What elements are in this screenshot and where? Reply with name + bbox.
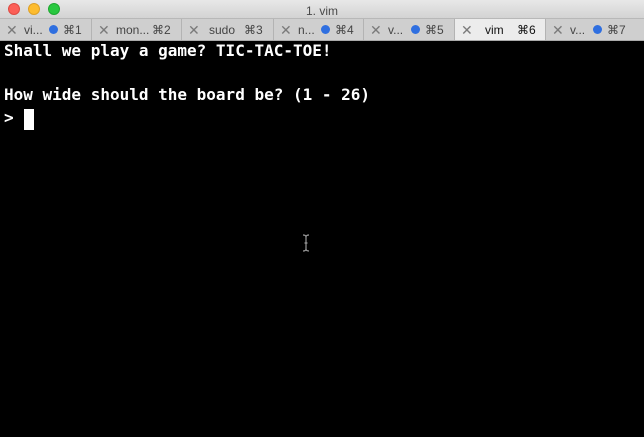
close-tab-icon[interactable]: ✕ (552, 21, 564, 39)
tab-label: mon... (116, 23, 150, 37)
tab-label: n... (298, 23, 315, 37)
window-title: 1. vim (305, 4, 338, 18)
tab-label: v... (570, 23, 586, 37)
tab-7[interactable]: ✕ v... ⌘7 (546, 19, 644, 40)
tab-label: sudo (209, 23, 236, 37)
minimize-window-button[interactable] (28, 3, 40, 15)
close-tab-icon[interactable]: ✕ (370, 21, 382, 39)
tab-shortcut: ⌘1 (63, 23, 82, 37)
tab-2[interactable]: ✕ mon... ⌘2 (92, 19, 182, 40)
tab-label: v... (388, 23, 404, 37)
tab-4[interactable]: ✕ n... ⌘4 (274, 19, 364, 40)
tab-1[interactable]: ✕ vi... ⌘1 (0, 19, 92, 40)
input-prompt: > (4, 108, 14, 127)
terminal-content[interactable]: Shall we play a game? TIC-TAC-TOE! How w… (0, 41, 644, 437)
close-tab-icon[interactable]: ✕ (280, 21, 292, 39)
activity-dot-icon (593, 25, 602, 34)
board-size-question-line: How wide should the board be? (1 - 26) (4, 85, 371, 104)
tab-shortcut: ⌘4 (335, 23, 354, 37)
game-greeting-line: Shall we play a game? TIC-TAC-TOE! (4, 41, 332, 60)
tab-shortcut: ⌘7 (607, 23, 626, 37)
close-tab-icon[interactable]: ✕ (98, 21, 110, 39)
ibeam-cursor-icon (302, 234, 310, 252)
close-tab-icon[interactable]: ✕ (188, 21, 200, 39)
activity-dot-icon (321, 25, 330, 34)
close-tab-icon[interactable]: ✕ (6, 21, 18, 39)
tab-shortcut: ⌘3 (244, 23, 263, 37)
close-window-button[interactable] (8, 3, 20, 15)
terminal-window: 1. vim ✕ vi... ⌘1 ✕ mon... ⌘2 ✕ sudo ⌘3 … (0, 0, 644, 437)
tab-shortcut: ⌘2 (152, 23, 171, 37)
tab-bar: ✕ vi... ⌘1 ✕ mon... ⌘2 ✕ sudo ⌘3 ✕ n... … (0, 18, 644, 41)
tab-label: vi... (24, 23, 43, 37)
tab-3[interactable]: ✕ sudo ⌘3 (182, 19, 274, 40)
tab-label: vim (485, 23, 504, 37)
close-tab-icon[interactable]: ✕ (461, 21, 473, 39)
activity-dot-icon (411, 25, 420, 34)
activity-dot-icon (49, 25, 58, 34)
tab-shortcut: ⌘5 (425, 23, 444, 37)
tab-shortcut: ⌘6 (517, 23, 536, 37)
tab-5[interactable]: ✕ v... ⌘5 (364, 19, 455, 40)
maximize-window-button[interactable] (48, 3, 60, 15)
title-bar[interactable]: 1. vim (0, 0, 644, 18)
tab-6[interactable]: ✕ vim ⌘6 (455, 19, 546, 40)
text-cursor (24, 109, 34, 130)
